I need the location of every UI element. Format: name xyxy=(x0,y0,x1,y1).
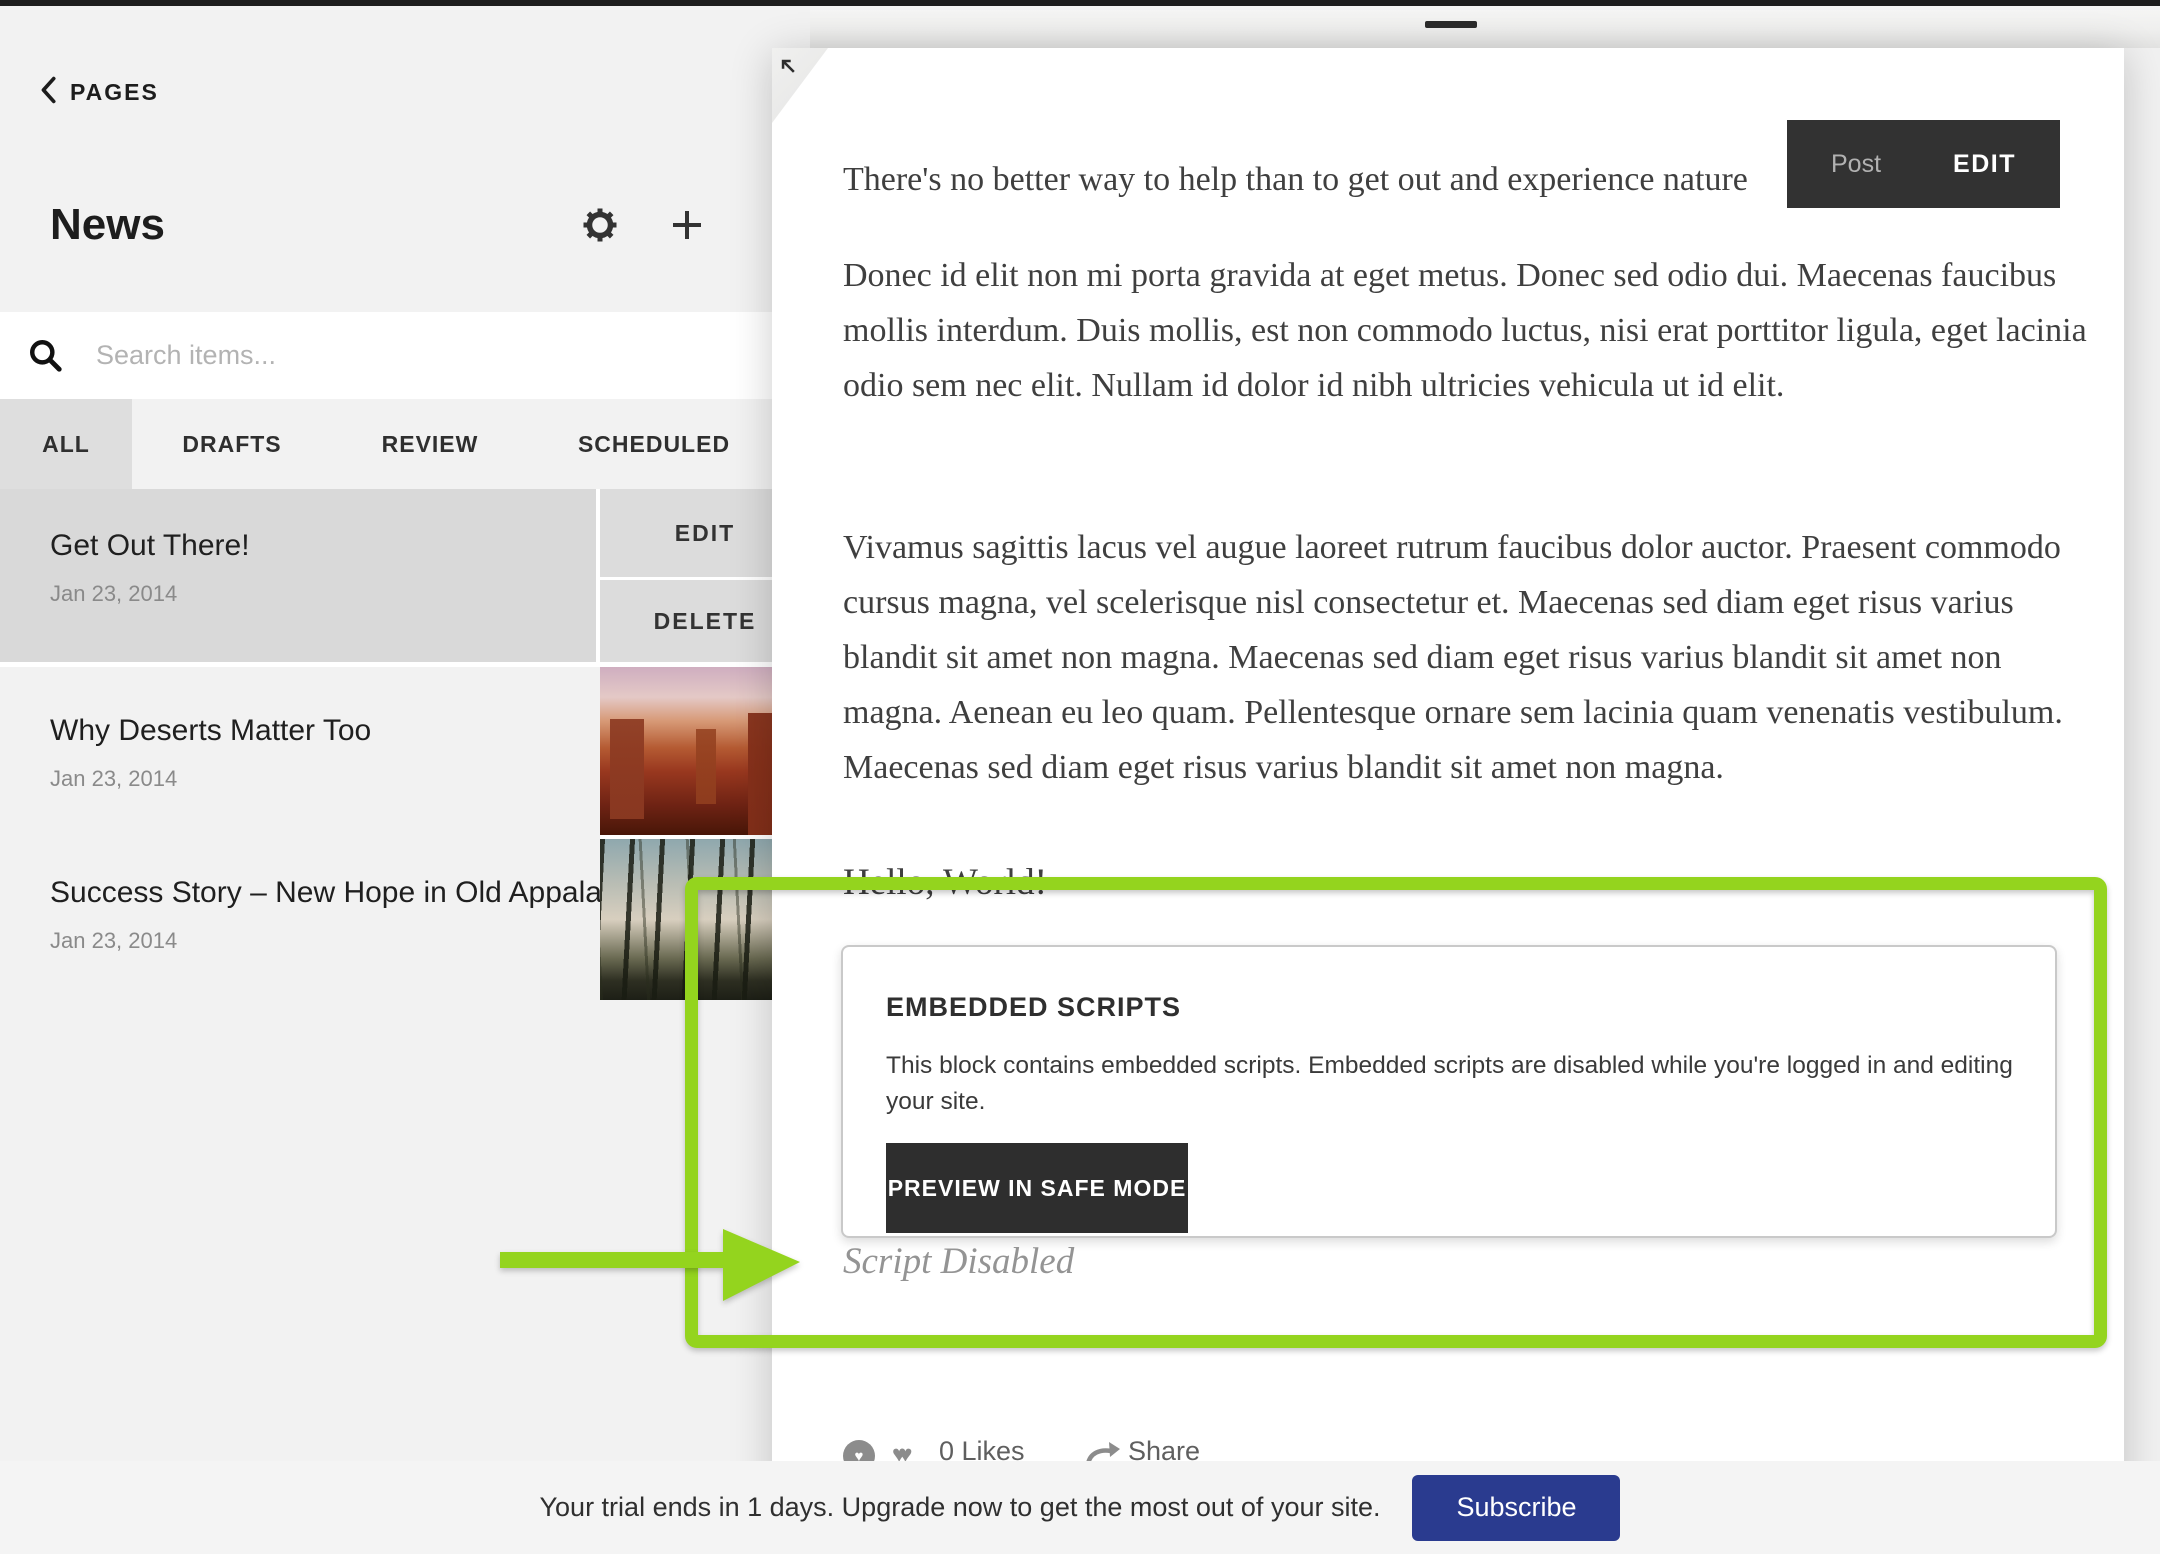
back-link-label: PAGES xyxy=(70,79,159,106)
list-item[interactable]: Why Deserts Matter Too Jan 23, 2014 xyxy=(0,667,596,840)
tab-review[interactable]: REVIEW xyxy=(332,399,528,489)
trial-message: Your trial ends in 1 days. Upgrade now t… xyxy=(540,1492,1381,1523)
trial-upgrade-bar: Your trial ends in 1 days. Upgrade now t… xyxy=(0,1461,2160,1554)
list-item[interactable]: Success Story – New Hope in Old Appala..… xyxy=(0,841,596,1020)
divider xyxy=(596,489,600,662)
top-window-edge xyxy=(0,0,2160,6)
plus-icon xyxy=(671,228,703,245)
filter-tabs: ALL DRAFTS REVIEW SCHEDULED xyxy=(0,399,810,489)
edit-post-button[interactable]: EDIT xyxy=(1953,150,2016,179)
content-type-label: Post xyxy=(1831,150,1881,179)
post-edit-toolbar: Post EDIT xyxy=(1787,120,2060,208)
tab-drafts[interactable]: DRAFTS xyxy=(132,399,332,489)
search-input[interactable]: Search items... xyxy=(96,312,276,399)
add-item-button[interactable] xyxy=(671,209,703,246)
post-paragraph: Donec id elit non mi porta gravida at eg… xyxy=(843,248,2093,413)
collapse-arrow-icon[interactable] xyxy=(779,57,797,80)
gear-icon xyxy=(582,230,618,247)
tab-all[interactable]: ALL xyxy=(0,399,132,489)
collection-title: News xyxy=(50,200,165,250)
annotation-highlight-box xyxy=(685,877,2107,1348)
annotation-arrow xyxy=(500,1220,810,1315)
list-item-date: Jan 23, 2014 xyxy=(50,581,177,607)
search-icon xyxy=(28,338,64,379)
list-item-title: Why Deserts Matter Too xyxy=(50,714,371,748)
settings-button[interactable] xyxy=(582,207,618,248)
post-paragraph: Vivamus sagittis lacus vel augue laoreet… xyxy=(843,520,2093,795)
list-item-date: Jan 23, 2014 xyxy=(50,928,177,954)
list-item-selected[interactable]: Get Out There! Jan 23, 2014 xyxy=(0,489,596,662)
tab-scheduled[interactable]: SCHEDULED xyxy=(528,399,780,489)
drag-handle-icon[interactable] xyxy=(1425,21,1477,28)
app-root: PAGES News Search xyxy=(0,0,2160,1554)
divider xyxy=(0,662,810,667)
subscribe-button[interactable]: Subscribe xyxy=(1412,1475,1620,1541)
chevron-left-icon xyxy=(40,76,56,109)
back-to-pages-link[interactable]: PAGES xyxy=(40,76,159,109)
list-item-title: Success Story – New Hope in Old Appala..… xyxy=(50,876,627,910)
search-bar[interactable]: Search items... xyxy=(0,312,810,399)
list-item-title: Get Out There! xyxy=(50,529,250,563)
list-item-date: Jan 23, 2014 xyxy=(50,766,177,792)
